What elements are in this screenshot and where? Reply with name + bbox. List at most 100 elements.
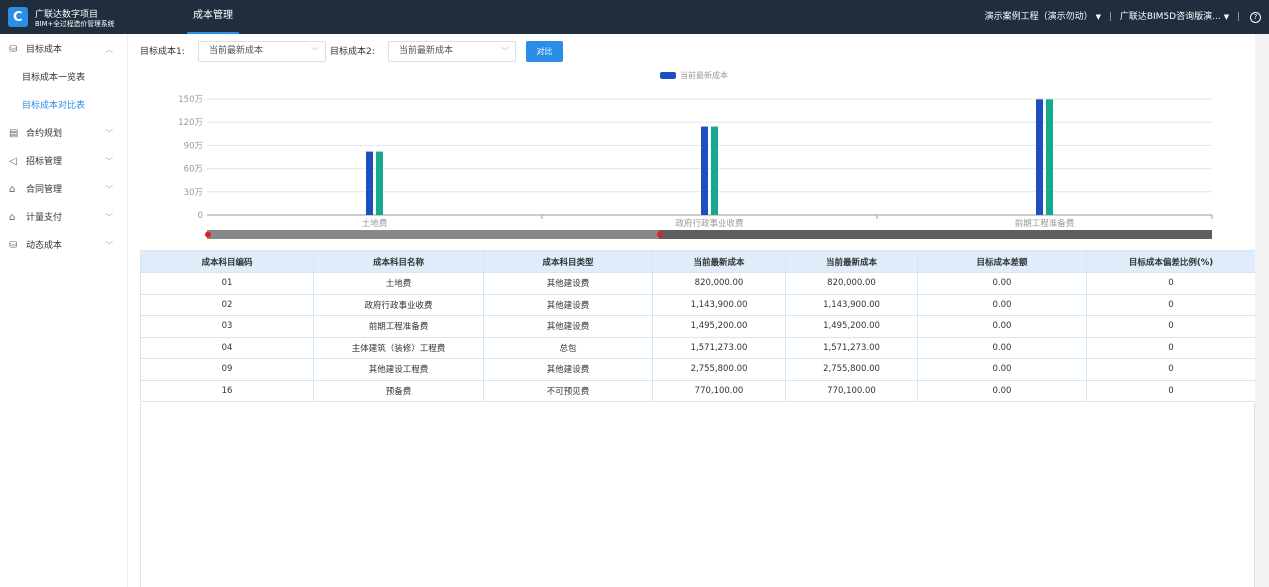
table-cell: 0.00: [917, 336, 1087, 359]
table-cell: 0: [1086, 272, 1256, 295]
sidebar-item-dynamic-cost[interactable]: ⛁ 动态成本 ﹀: [0, 232, 127, 260]
chart-grid: [207, 98, 1212, 216]
table-cell: 1,495,200.00: [785, 315, 918, 338]
brand-subtitle: BIM+全过程造价管理系统: [35, 19, 115, 28]
x-tick-label: 土地费: [362, 218, 388, 229]
table-cell: 主体建筑（装修）工程费: [313, 336, 484, 359]
table-cell: 0.00: [917, 379, 1087, 402]
table-header-row: 成本科目编码 成本科目名称 成本科目类型 当前最新成本 当前最新成本 目标成本差…: [140, 250, 1256, 273]
sidebar-item-label: 目标成本: [26, 45, 63, 55]
table-cell: 1,571,273.00: [785, 336, 918, 359]
compare-button[interactable]: 对比: [526, 41, 563, 62]
sidebar-subitem-target-cost-list[interactable]: 目标成本一览表: [0, 64, 127, 92]
table-cell: 770,100.00: [785, 379, 918, 402]
sidebar-item-label: 招标管理: [26, 157, 63, 167]
table-cell: 其他建设费: [483, 315, 653, 338]
bar-2-2[interactable]: [711, 126, 718, 215]
y-tick-label: 120万: [178, 118, 203, 128]
cost1-select[interactable]: 当前最新成本 ﹀: [198, 41, 326, 62]
table-cell: 0: [1086, 293, 1256, 316]
sidebar-item-label: 动态成本: [26, 241, 63, 251]
bar-1-2[interactable]: [701, 126, 708, 215]
table-cell: 0: [1086, 379, 1256, 402]
x-axis: 土地费 政府行政事业收费 前期工程准备费: [362, 215, 1213, 229]
table-row[interactable]: 01 土地费 其他建设费 820,000.00 820,000.00 0.00 0: [140, 272, 1256, 295]
zoom-handle-left[interactable]: [205, 231, 211, 238]
send-icon: ◁: [9, 156, 17, 167]
table-cell: 0: [1086, 336, 1256, 359]
table-cell: 0.00: [917, 293, 1087, 316]
table-cell: 土地费: [313, 272, 484, 295]
table-cell: 前期工程准备费: [313, 315, 484, 338]
y-tick-label: 30万: [184, 188, 203, 198]
table-cell: 其他建设工程费: [313, 358, 484, 381]
y-tick-label: 90万: [184, 141, 203, 151]
table-row[interactable]: 16 预备费 不可预见费 770,100.00 770,100.00 0.00 0: [140, 379, 1256, 402]
table-cell: 770,100.00: [652, 379, 786, 402]
cost2-value: 当前最新成本: [399, 46, 454, 56]
sidebar-item-label: 合同管理: [26, 185, 63, 195]
logo-icon: C: [8, 7, 28, 27]
x-tick-label: 前期工程准备费: [1015, 218, 1075, 229]
cost2-label: 目标成本2:: [330, 47, 375, 57]
x-tick-label: 政府行政事业收费: [675, 218, 744, 229]
chevron-down-icon: ﹀: [105, 157, 113, 166]
col-header: 目标成本差额: [917, 250, 1087, 273]
table-cell: 04: [140, 336, 314, 359]
cost2-select[interactable]: 当前最新成本 ﹀: [388, 41, 516, 62]
col-header: 成本科目类型: [483, 250, 653, 273]
header-right: 演示案例工程（演示勿动） ▼ | 广联达BIM5D咨询版演... ▼ |: [985, 0, 1245, 34]
table-cell: 01: [140, 272, 314, 295]
bar-1-1[interactable]: [366, 151, 373, 215]
bar-2-1[interactable]: [376, 151, 383, 215]
cost-bar-chart: 当前最新成本 0 30万 60万 90万 120万 150万 土地费 政府行政事业收费 前期工…: [178, 70, 1213, 239]
y-tick-label: 150万: [178, 95, 203, 105]
table-row[interactable]: 09 其他建设工程费 其他建设费 2,755,800.00 2,755,800.00 0.…: [140, 358, 1256, 381]
table-cell: 总包: [483, 336, 653, 359]
chevron-down-icon: ﹀: [105, 213, 113, 222]
table-row[interactable]: 03 前期工程准备费 其他建设费 1,495,200.00 1,495,200.00 0.…: [140, 315, 1256, 338]
bar-2-3[interactable]: [1046, 99, 1053, 215]
module-tab-cost-management[interactable]: 成本管理: [187, 0, 239, 34]
legend-swatch[interactable]: [660, 72, 676, 79]
sidebar-subitem-target-cost-compare[interactable]: 目标成本对比表: [0, 92, 127, 120]
zoom-handle-right[interactable]: [657, 231, 663, 238]
project-selector[interactable]: 演示案例工程（演示勿动） ▼: [985, 12, 1101, 22]
chevron-down-icon: ﹀: [105, 241, 113, 250]
table-cell: 0.00: [917, 315, 1087, 338]
sidebar-item-target-cost[interactable]: ⛁ 目标成本 ︿: [0, 36, 127, 64]
sidebar-item-bidding[interactable]: ◁ 招标管理 ﹀: [0, 148, 127, 176]
chevron-down-icon: ﹀: [311, 47, 319, 56]
caret-down-icon: ▼: [1095, 13, 1102, 21]
table-cell: 1,495,200.00: [652, 315, 786, 338]
table-cell: 2,755,800.00: [785, 358, 918, 381]
table-cell: 1,143,900.00: [785, 293, 918, 316]
table-row[interactable]: 02 政府行政事业收费 其他建设费 1,143,900.00 1,143,900.00 0…: [140, 293, 1256, 316]
table-row[interactable]: 04 主体建筑（装修）工程费 总包 1,571,273.00 1,571,273.00 0…: [140, 336, 1256, 359]
table-cell: 0.00: [917, 358, 1087, 381]
sidebar: ⛁ 目标成本 ︿ 目标成本一览表 目标成本对比表 ▤ 合约规划 ﹀ ◁ 招标管理…: [0, 34, 128, 587]
table-cell: 其他建设费: [483, 358, 653, 381]
help-icon[interactable]: ?: [1250, 12, 1261, 23]
y-tick-label: 60万: [184, 165, 203, 175]
table-cell: 02: [140, 293, 314, 316]
legend-label[interactable]: 当前最新成本: [680, 70, 728, 80]
divider: |: [1108, 12, 1112, 22]
sidebar-item-contract-planning[interactable]: ▤ 合约规划 ﹀: [0, 120, 127, 148]
zoom-slider-selected[interactable]: [659, 230, 1212, 239]
table-cell: 16: [140, 379, 314, 402]
cost1-label: 目标成本1:: [140, 47, 185, 57]
bar-1-3[interactable]: [1036, 99, 1043, 215]
y-tick-label: 0: [198, 211, 203, 221]
vertical-scrollbar[interactable]: [1255, 34, 1269, 587]
sidebar-item-contract[interactable]: ⌂ 合同管理 ﹀: [0, 176, 127, 204]
col-header: 当前最新成本: [785, 250, 918, 273]
sidebar-item-payment[interactable]: ⌂ 计量支付 ﹀: [0, 204, 127, 232]
table-cell: 0: [1086, 315, 1256, 338]
org-selector[interactable]: 广联达BIM5D咨询版演... ▼: [1120, 12, 1229, 22]
chevron-up-icon: ︿: [105, 45, 113, 54]
cost1-value: 当前最新成本: [209, 46, 264, 56]
table-empty-area: [140, 403, 1255, 587]
table-cell: 820,000.00: [652, 272, 786, 295]
table-cell: 1,571,273.00: [652, 336, 786, 359]
